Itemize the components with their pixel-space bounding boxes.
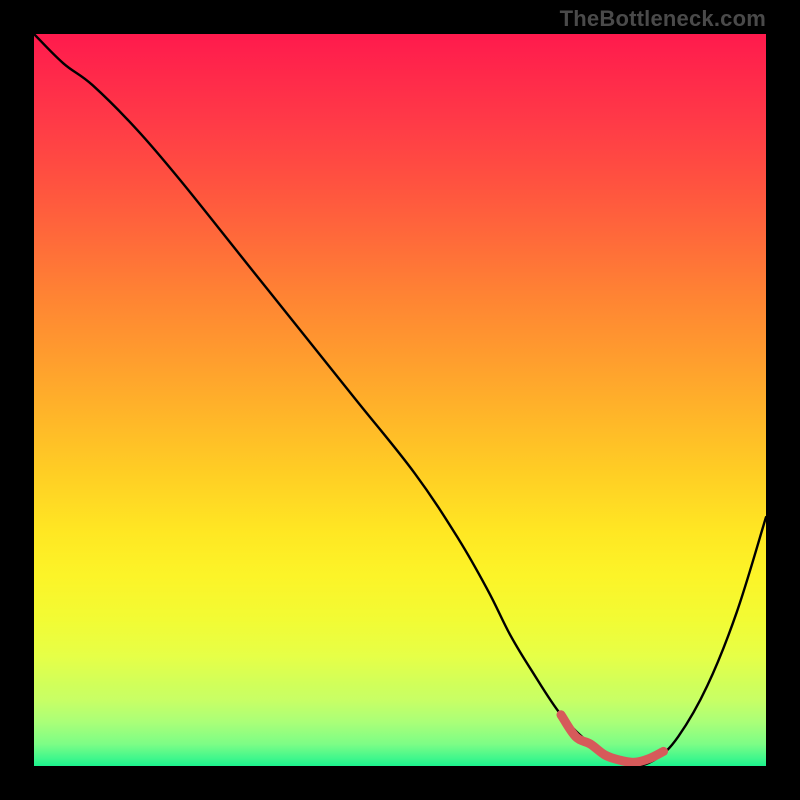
chart-frame: TheBottleneck.com [0,0,800,800]
bottleneck-curve [34,34,766,766]
plot-area [34,34,766,766]
watermark-text: TheBottleneck.com [560,6,766,32]
curve-svg [34,34,766,766]
trough-highlight [561,715,664,763]
